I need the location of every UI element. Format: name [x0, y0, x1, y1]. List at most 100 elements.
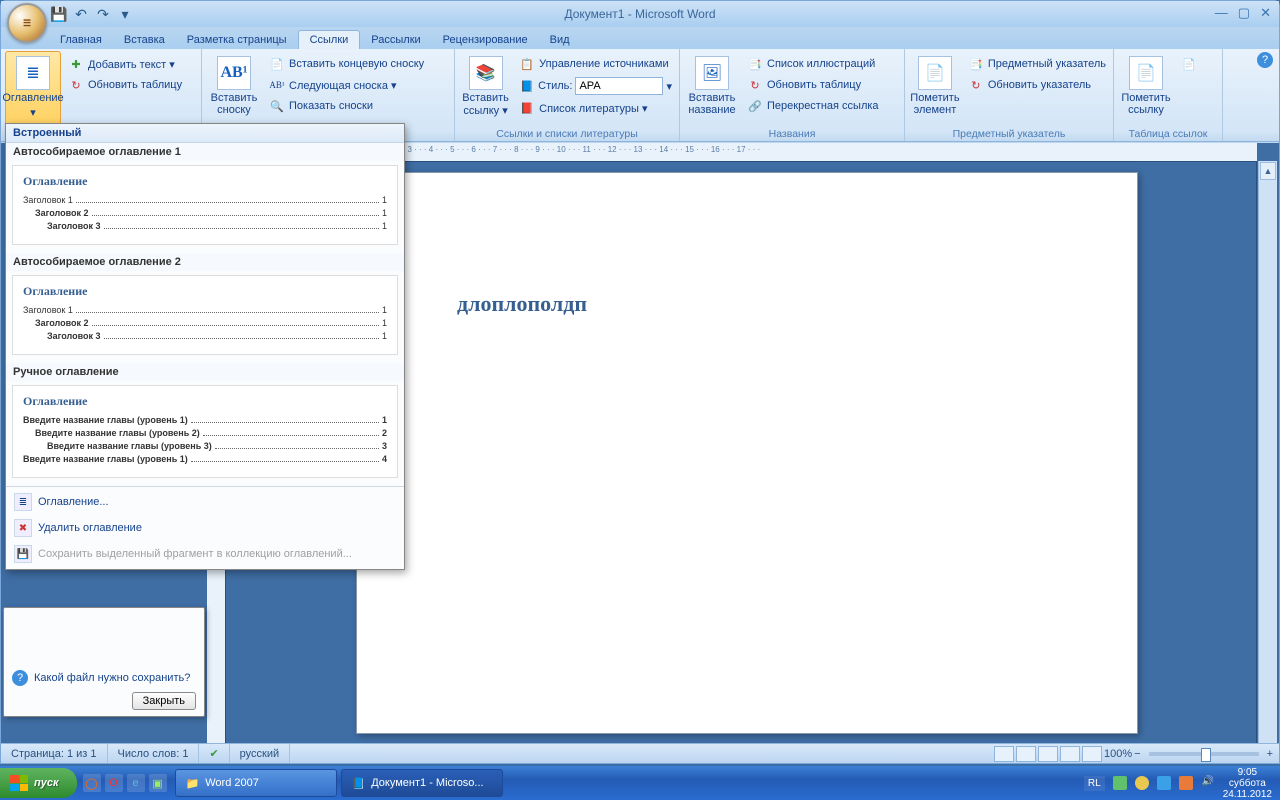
insert-footnote-button[interactable]: AB¹ Вставить сноску [206, 51, 262, 129]
update-figures-button[interactable]: ↻Обновить таблицу [744, 75, 882, 95]
heading-text[interactable]: длоплополдп [457, 291, 587, 317]
insert-citation-button[interactable]: 📚 Вставить ссылку ▾ [459, 51, 512, 129]
mark-citation-button[interactable]: 📄 Пометить ссылку [1118, 51, 1174, 129]
refresh-icon: ↻ [68, 77, 84, 93]
tab-mailings[interactable]: Рассылки [360, 31, 431, 49]
ql-browser-icon[interactable]: ◯ [83, 774, 101, 792]
taskbar: пуск ◯ O e ▣ 📁Word 2007 📘Документ1 - Mic… [0, 766, 1280, 800]
ql-ie-icon[interactable]: e [127, 774, 145, 792]
zoom-slider[interactable] [1149, 752, 1259, 756]
status-language[interactable]: русский [230, 744, 290, 763]
maximize-button[interactable]: ▢ [1238, 5, 1250, 21]
gallery-auto1-title[interactable]: Автособираемое оглавление 1 [6, 143, 404, 161]
status-page[interactable]: Страница: 1 из 1 [1, 744, 108, 763]
zoom-in-button[interactable]: + [1267, 748, 1273, 760]
minimize-button[interactable]: — [1215, 5, 1228, 21]
scrollbar-vertical[interactable]: ▲ [1258, 161, 1277, 744]
word-icon: 📘 [352, 777, 366, 790]
start-button[interactable]: пуск [0, 768, 77, 798]
update-toc-button[interactable]: ↻Обновить таблицу [65, 75, 185, 95]
zoom-level[interactable]: 100% [1104, 748, 1132, 760]
quick-access-toolbar: 💾 ↶ ↷ ▾ [51, 6, 133, 22]
tray-clock[interactable]: 9:05 суббота 24.11.2012 [1223, 767, 1272, 800]
figlist-icon: 📑 [747, 56, 763, 72]
save-selection-icon: 💾 [14, 545, 32, 563]
status-words[interactable]: Число слов: 1 [108, 744, 200, 763]
tray-icon-1[interactable] [1113, 776, 1127, 790]
qat-more-icon[interactable]: ▾ [117, 6, 133, 22]
tab-layout[interactable]: Разметка страницы [176, 31, 298, 49]
toc-sample-3[interactable]: Оглавление Введите название главы (урове… [12, 385, 398, 478]
endnote-icon: 📄 [269, 56, 285, 72]
toc-line: Заголовок 31 [23, 221, 387, 232]
help-icon[interactable]: ? [1257, 52, 1273, 68]
insert-toc-item[interactable]: ≣Оглавление... [6, 489, 404, 515]
manage-icon: 📋 [519, 56, 535, 72]
view-outline[interactable] [1060, 746, 1080, 762]
table-of-figures-button[interactable]: 📑Список иллюстраций [744, 54, 882, 74]
view-web[interactable] [1038, 746, 1058, 762]
insert-caption-button[interactable]: 🖼 Вставить название [684, 51, 740, 129]
manage-sources-button[interactable]: 📋Управление источниками [516, 54, 675, 74]
save-prompt: ?Какой файл нужно сохранить? Закрыть [3, 607, 205, 717]
zoom-out-button[interactable]: − [1134, 748, 1140, 760]
ql-media-icon[interactable]: ▣ [149, 774, 167, 792]
toc-button[interactable]: ≣ Оглавление▾ [5, 51, 61, 129]
undo-icon[interactable]: ↶ [73, 6, 89, 22]
redo-icon[interactable]: ↷ [95, 6, 111, 22]
toa-extra-button[interactable]: 📄 [1178, 54, 1200, 74]
citation-style[interactable]: 📘Стиль:▾ [516, 75, 675, 97]
tab-insert[interactable]: Вставка [113, 31, 176, 49]
lang-indicator[interactable]: RL [1084, 776, 1105, 791]
statusbar: Страница: 1 из 1 Число слов: 1 ✔ русский… [1, 743, 1279, 763]
quick-launch: ◯ O e ▣ [77, 774, 173, 792]
cross-reference-button[interactable]: 🔗Перекрестная ссылка [744, 96, 882, 116]
show-footnotes-button[interactable]: 🔍Показать сноски [266, 96, 427, 116]
tray-icon-3[interactable] [1157, 776, 1171, 790]
insert-endnote-button[interactable]: 📄Вставить концевую сноску [266, 54, 427, 74]
save-icon[interactable]: 💾 [51, 6, 67, 22]
group-toa: 📄 Пометить ссылку 📄 Таблица ссылок [1114, 49, 1223, 141]
ql-opera-icon[interactable]: O [105, 774, 123, 792]
tab-references[interactable]: Ссылки [298, 30, 361, 49]
window-controls: — ▢ ✕ [1215, 5, 1271, 21]
view-draft[interactable] [1082, 746, 1102, 762]
toc-sample-2[interactable]: Оглавление Заголовок 11Заголовок 21Загол… [12, 275, 398, 355]
remove-toc-item[interactable]: ✖Удалить оглавление [6, 515, 404, 541]
style-select[interactable] [575, 77, 663, 95]
next-footnote-button[interactable]: AB¹Следующая сноска ▾ [266, 75, 427, 95]
group-captions: 🖼 Вставить название 📑Список иллюстраций … [680, 49, 905, 141]
add-text-button[interactable]: ✚Добавить текст ▾ [65, 54, 185, 74]
status-spellcheck[interactable]: ✔ [199, 744, 229, 763]
tray-icon-4[interactable] [1179, 776, 1193, 790]
tab-review[interactable]: Рецензирование [432, 31, 539, 49]
index-icon: 📑 [968, 56, 984, 72]
ribbon-tabs: Главная Вставка Разметка страницы Ссылки… [1, 27, 1279, 49]
tray-volume-icon[interactable]: 🔊 [1201, 776, 1215, 790]
gallery-manual-title[interactable]: Ручное оглавление [6, 363, 404, 381]
tab-view[interactable]: Вид [539, 31, 581, 49]
mark-entry-button[interactable]: 📄 Пометить элемент [909, 51, 961, 129]
close-prompt-button[interactable]: Закрыть [132, 692, 196, 710]
insert-index-button[interactable]: 📑Предметный указатель [965, 54, 1109, 74]
tray-icon-2[interactable] [1135, 776, 1149, 790]
gallery-auto2-title[interactable]: Автособираемое оглавление 2 [6, 253, 404, 271]
titlebar: ☰ 💾 ↶ ↷ ▾ Документ1 - Microsoft Word — ▢… [1, 1, 1279, 27]
scroll-up-icon[interactable]: ▲ [1260, 162, 1276, 180]
update-index-button[interactable]: ↻Обновить указатель [965, 75, 1109, 95]
style-icon: 📘 [519, 78, 535, 94]
tab-home[interactable]: Главная [49, 31, 113, 49]
view-print-layout[interactable] [994, 746, 1014, 762]
remove-icon: ✖ [14, 519, 32, 537]
bibliography-button[interactable]: 📕Список литературы ▾ [516, 98, 675, 118]
taskbar-folder[interactable]: 📁Word 2007 [175, 769, 337, 797]
gallery-footer: ≣Оглавление... ✖Удалить оглавление 💾Сохр… [6, 486, 404, 569]
close-button[interactable]: ✕ [1260, 5, 1271, 21]
zoom-thumb[interactable] [1201, 748, 1211, 762]
toc-sample-1[interactable]: Оглавление Заголовок 11Заголовок 21Загол… [12, 165, 398, 245]
office-button[interactable]: ☰ [7, 3, 47, 43]
taskbar-word[interactable]: 📘Документ1 - Microso... [341, 769, 503, 797]
view-fullscreen[interactable] [1016, 746, 1036, 762]
save-toc-item: 💾Сохранить выделенный фрагмент в коллекц… [6, 541, 404, 567]
page[interactable]: длоплополдп [356, 172, 1138, 734]
